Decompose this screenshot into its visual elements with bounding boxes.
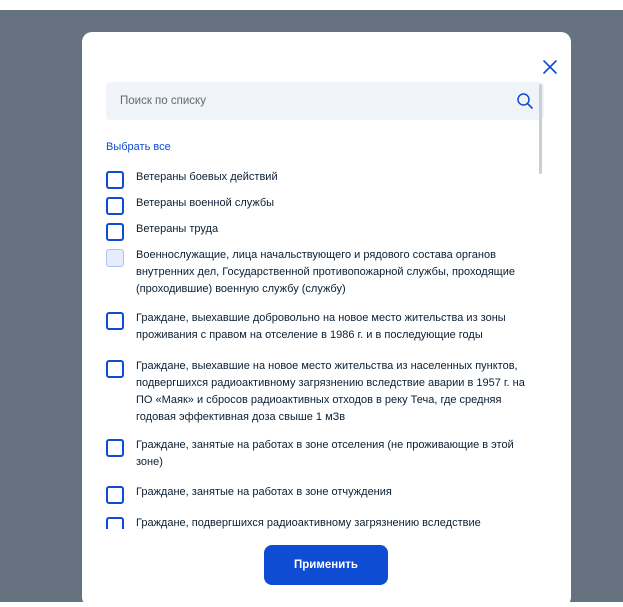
- page-top-strip: [0, 0, 623, 10]
- apply-button[interactable]: Применить: [264, 545, 388, 585]
- scrollbar-thumb[interactable]: [539, 84, 542, 174]
- list-item-label: Граждане, занятые на работах в зоне отчу…: [136, 486, 392, 498]
- select-all-link[interactable]: Выбрать все: [106, 141, 171, 153]
- checkbox-icon[interactable]: [106, 439, 124, 457]
- list-item-label: Военнослужащие, лица начальствующего и р…: [136, 249, 515, 295]
- checkbox-icon[interactable]: [106, 360, 124, 378]
- checkbox-icon[interactable]: [106, 171, 124, 189]
- checkbox-icon[interactable]: [106, 249, 124, 267]
- search-input[interactable]: [106, 82, 506, 120]
- close-button[interactable]: [541, 58, 559, 76]
- search-icon[interactable]: [516, 92, 534, 110]
- close-icon: [543, 60, 557, 74]
- checkbox-list: Ветераны боевых действий Ветераны военно…: [106, 169, 526, 529]
- list-item-label: Граждане, выехавшие на новое место жител…: [136, 360, 525, 423]
- list-item-label: Ветераны военной службы: [136, 197, 275, 209]
- list-item-label: Ветераны боевых действий: [136, 171, 278, 183]
- checkbox-icon[interactable]: [106, 517, 124, 529]
- checkbox-icon[interactable]: [106, 486, 124, 504]
- list-item-label: Граждане, подвергшихся радиоактивному за…: [136, 517, 481, 529]
- list-item-label: Граждане, выехавшие добровольно на новое…: [136, 312, 506, 341]
- checkbox-icon[interactable]: [106, 223, 124, 241]
- search-box: [106, 82, 544, 120]
- checkbox-icon[interactable]: [106, 197, 124, 215]
- list-item-label: Ветераны труда: [136, 223, 219, 235]
- list-item-label: Граждане, занятые на работах в зоне отсе…: [136, 439, 514, 468]
- filter-modal: Выбрать все Ветераны боевых действий Вет…: [82, 32, 571, 607]
- checkbox-icon[interactable]: [106, 312, 124, 330]
